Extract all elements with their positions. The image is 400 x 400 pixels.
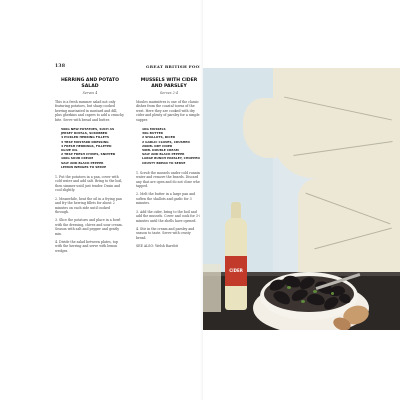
- bottle-label: CIDER: [225, 256, 247, 286]
- parsley-garnish: [287, 286, 291, 289]
- recipe-title: HERRING AND POTATO SALAD: [60, 78, 120, 89]
- recipe-title: MUSSELS WITH CIDER AND PARSLEY: [140, 78, 198, 89]
- recipe-serves: Serves 4: [82, 91, 98, 95]
- page-number: 138: [55, 64, 66, 69]
- map-landmass: [298, 178, 400, 273]
- food-photograph: CIDER: [203, 68, 400, 330]
- ingredient: CRUSTY BREAD TO SERVE: [142, 160, 186, 165]
- ingredient-list: 1KG MUSSELS 30G BUTTER 2 SHALLOTS, DICED…: [142, 127, 202, 165]
- bottle-label-text: CIDER: [229, 267, 243, 273]
- cross-reference: SEE ALSO: Welsh Rarebit: [136, 244, 178, 249]
- method-step: 1. Scrub the mussels under cold running …: [136, 170, 202, 189]
- method-step: 3. Slice the potatoes and place in a bow…: [55, 218, 123, 236]
- recipe-serves: Serves 2-4: [159, 91, 179, 95]
- method-step: 4. Divide the salad between plates, top …: [55, 239, 118, 253]
- ingredient: LEMON WEDGES TO SERVE: [61, 164, 107, 169]
- method-step: 3. Add the cider, bring to the boil and …: [136, 209, 202, 223]
- parsley-garnish: [313, 290, 317, 293]
- parsley-garnish: [331, 292, 334, 295]
- recipe-intro: This is a fresh summer salad not only fe…: [55, 100, 124, 122]
- right-page: CIDER: [203, 0, 400, 400]
- left-page: 138 GREAT BRITISH FOOD HERRING AND POTAT…: [0, 0, 205, 400]
- drinking-glass: [203, 264, 221, 312]
- method-step: 1. Put the potatoes in a pan, cover with…: [55, 175, 123, 193]
- map-landmass: [243, 98, 293, 158]
- running-head: GREAT BRITISH FOOD: [146, 64, 204, 69]
- method-step: 4. Stir in the cream and parsley and sea…: [136, 226, 195, 240]
- book-spread: 138 GREAT BRITISH FOOD HERRING AND POTAT…: [0, 0, 400, 400]
- parsley-garnish: [301, 300, 305, 303]
- recipe-herring: HERRING AND POTATO SALAD Serves 4 This i…: [55, 78, 125, 257]
- recipe-mussels: MUSSELS WITH CIDER AND PARSLEY Serves 2-…: [136, 78, 202, 253]
- recipe-intro: Moules marinières is one of the classic …: [136, 100, 200, 122]
- method-step: 2. Melt the butter in a large pan and so…: [136, 192, 196, 206]
- method-step: 2. Meanwhile, heat the oil in a frying p…: [55, 196, 122, 214]
- ingredient-list: 500G NEW POTATOES, SUCH AS JERSEY ROYALS…: [61, 127, 125, 169]
